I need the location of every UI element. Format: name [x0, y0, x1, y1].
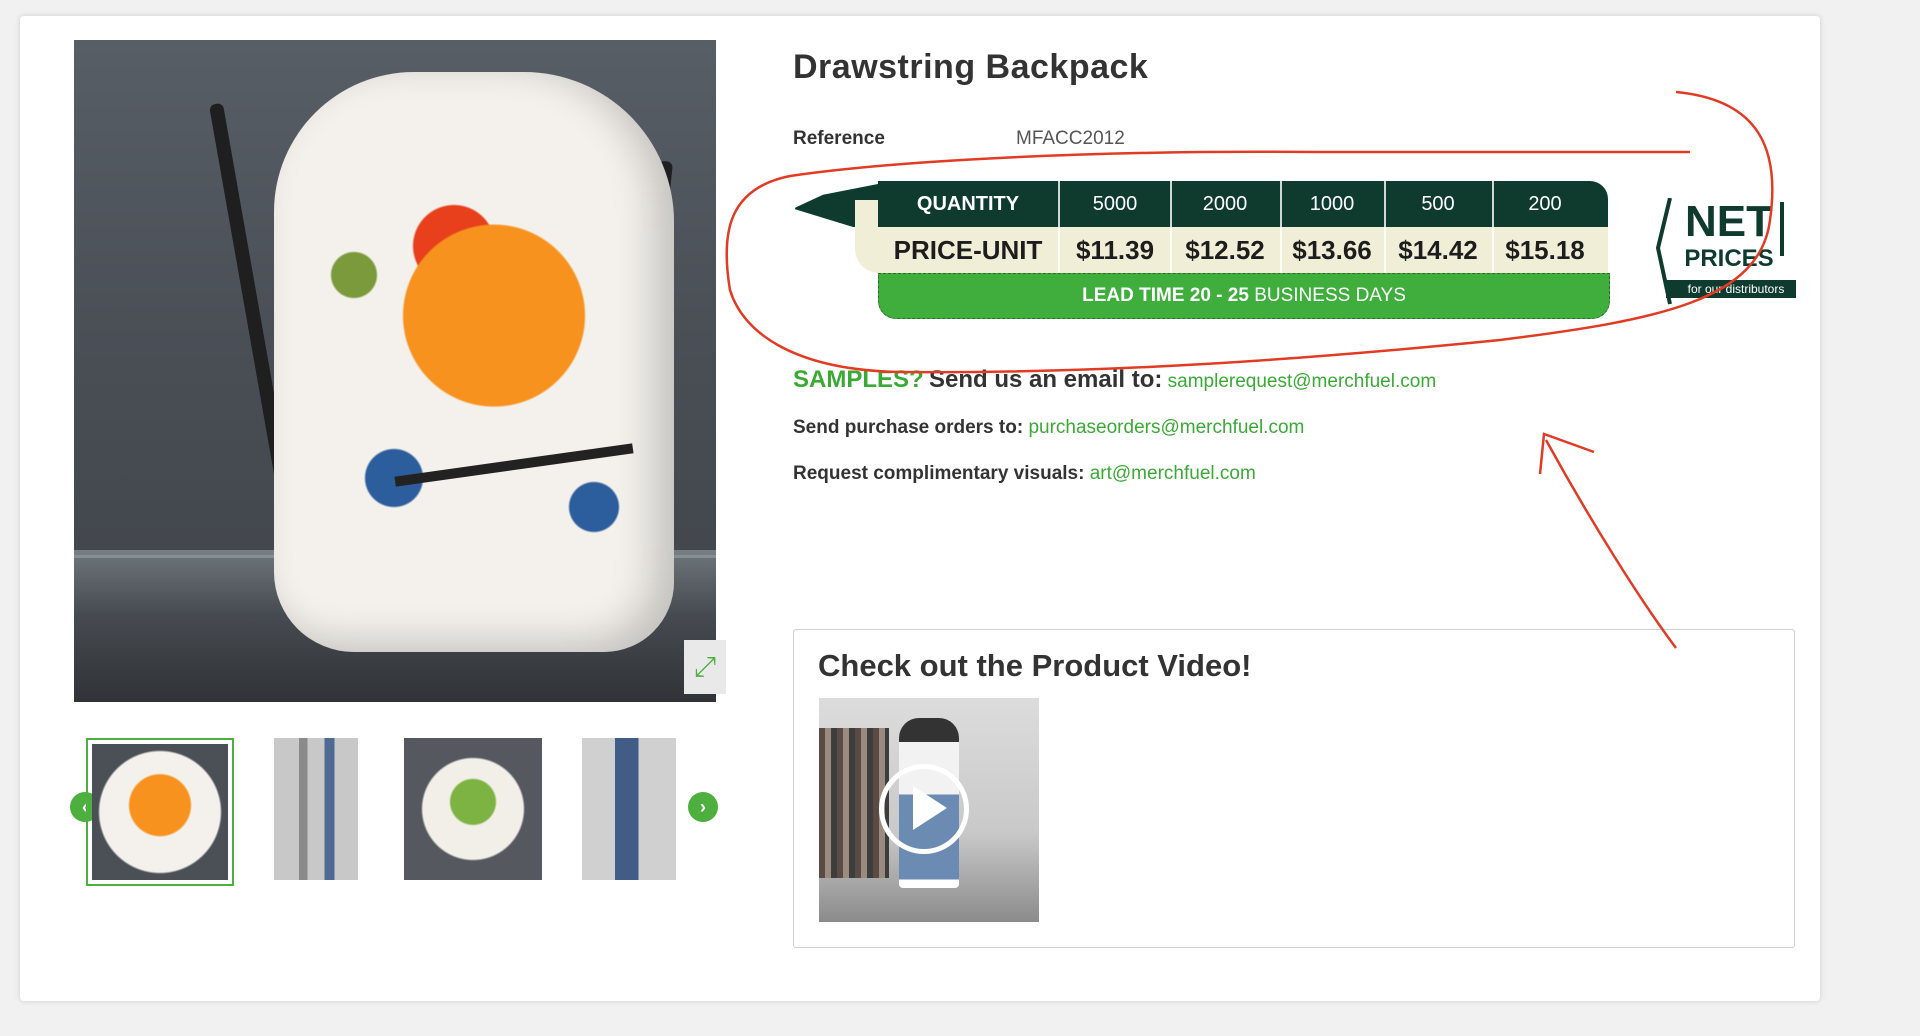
purchase-orders-label: Send purchase orders to:: [793, 417, 1024, 438]
net-prices-badge: NET PRICES for our distributors: [1655, 197, 1804, 308]
samples-line: SAMPLES? Send us an email to: samplerequ…: [793, 366, 1436, 394]
thumbnail-4[interactable]: [582, 738, 676, 880]
main-product-image[interactable]: [74, 40, 716, 702]
reference-value: MFACC2012: [1016, 128, 1125, 149]
price-cell: $12.52: [1185, 234, 1265, 265]
video-title: Check out the Product Video!: [818, 648, 1252, 683]
column-divider: [1384, 181, 1386, 273]
samples-text: Send us an email to:: [928, 366, 1163, 393]
reference-label: Reference: [793, 128, 885, 149]
visuals-line: Request complimentary visuals: art@merch…: [793, 463, 1256, 485]
column-divider: [1492, 181, 1494, 273]
purchase-orders-email-link[interactable]: purchaseorders@merchfuel.com: [1028, 417, 1304, 438]
column-divider: [1280, 181, 1282, 273]
samples-email-link[interactable]: samplerequest@merchfuel.com: [1168, 371, 1437, 392]
thumbnail-2[interactable]: [274, 738, 358, 880]
quantity-label: QUANTITY: [916, 192, 1020, 215]
quantity-cell: 500: [1421, 192, 1455, 215]
quantity-cell: 2000: [1202, 192, 1248, 215]
quantity-cell: 200: [1528, 192, 1562, 215]
price-cell: $13.66: [1292, 234, 1372, 265]
price-cell: $11.39: [1075, 234, 1155, 265]
chevron-right-icon[interactable]: ›: [688, 792, 718, 822]
distributors-label: for our distributors: [1687, 282, 1785, 296]
samples-question: SAMPLES?: [793, 366, 924, 393]
column-divider: [1170, 181, 1172, 273]
prices-label: PRICES: [1684, 245, 1774, 272]
price-unit-label: PRICE-UNIT: [893, 234, 1043, 265]
net-label: NET: [1685, 197, 1773, 246]
price-cell: $14.42: [1398, 234, 1478, 265]
visuals-label: Request complimentary visuals:: [793, 463, 1085, 484]
play-icon[interactable]: [913, 786, 947, 830]
visuals-email-link[interactable]: art@merchfuel.com: [1090, 463, 1256, 484]
thumbnail-1[interactable]: [86, 738, 234, 886]
product-title: Drawstring Backpack: [793, 48, 1149, 86]
backpack: [274, 72, 674, 652]
lead-time-rest: BUSINESS DAYS: [1254, 285, 1406, 306]
thumbnail-3[interactable]: [404, 738, 542, 880]
lead-time-bar: LEAD TIME 20 - 25 BUSINESS DAYS: [878, 273, 1610, 319]
price-cell: $15.18: [1505, 234, 1585, 265]
purchase-orders-line: Send purchase orders to: purchaseorders@…: [793, 417, 1304, 439]
column-divider: [1058, 181, 1060, 273]
expand-icon[interactable]: ⤢: [684, 640, 726, 694]
lead-time-bold: LEAD TIME 20 - 25: [1082, 285, 1249, 306]
quantity-cell: 1000: [1309, 192, 1355, 215]
product-video-panel: Check out the Product Video!: [793, 629, 1795, 948]
video-thumbnail[interactable]: [819, 698, 1039, 922]
quantity-cell: 5000: [1092, 192, 1138, 215]
